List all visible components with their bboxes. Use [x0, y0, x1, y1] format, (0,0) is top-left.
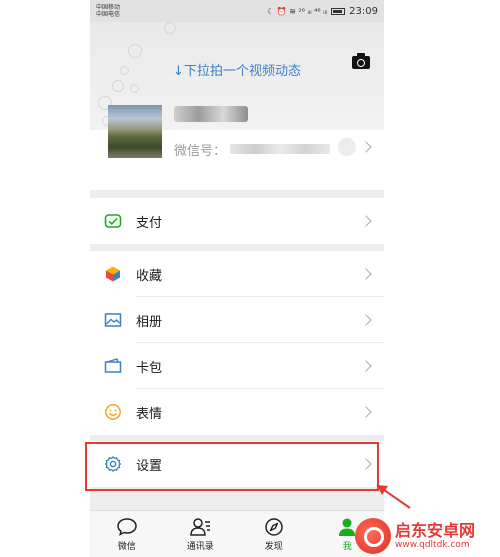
tab-contacts[interactable]: 通讯录: [164, 511, 238, 557]
settings-group: 设置: [90, 441, 384, 487]
menu-item-favorites[interactable]: 收藏: [90, 251, 384, 297]
menu-item-label: 表情: [136, 407, 163, 422]
nickname-blurred: [174, 106, 248, 122]
menu-item-pay[interactable]: 支付: [90, 198, 384, 244]
tab-label: 通讯录: [186, 542, 214, 552]
menu-item-label: 收藏: [136, 269, 163, 284]
chevron-right-icon: [360, 458, 372, 470]
menu-item-settings[interactable]: 设置: [90, 441, 384, 487]
menu-item-cards[interactable]: 卡包: [90, 343, 384, 389]
status-bar: 中国移动 中国电信 ☾ ⏰ ≋ ²⁶ ᵢₗₗ ⁴⁶ ᵢₗₗ 23:09: [90, 0, 384, 22]
favorites-cube-icon: [106, 266, 120, 282]
avatar[interactable]: [108, 105, 162, 158]
chat-bubble-icon: [116, 518, 137, 536]
decor-bubble: [128, 44, 142, 58]
site-watermark: 启东安卓网 www.qdltdk.com: [355, 515, 500, 557]
pay-group: 支付: [90, 198, 384, 244]
carrier-2: 中国电信: [96, 11, 121, 18]
chevron-right-icon: [360, 141, 372, 153]
menu-item-label: 支付: [136, 216, 163, 231]
status-indicators: ☾ ⏰ ≋ ²⁶ ᵢₗₗ ⁴⁶ ᵢₗₗ 23:09: [267, 6, 378, 17]
tab-label: 我: [342, 542, 352, 552]
battery-icon: [331, 7, 346, 15]
phone-screen: 中国移动 中国电信 ☾ ⏰ ≋ ²⁶ ᵢₗₗ ⁴⁶ ᵢₗₗ 23:09 ↓下拉拍…: [90, 0, 384, 557]
menu-item-stickers[interactable]: 表情: [90, 389, 384, 435]
bottom-tab-bar: 微信 通讯录 发现 我: [90, 510, 384, 557]
camera-icon[interactable]: [352, 53, 370, 69]
watermark-logo: [355, 518, 391, 554]
tab-label: 微信: [117, 542, 136, 552]
decor-bubble: [112, 80, 124, 92]
decor-bubble: [130, 84, 139, 93]
chevron-right-icon: [360, 268, 372, 280]
decor-bubble: [164, 22, 176, 34]
features-group: 收藏 相册 卡包 表情: [90, 251, 384, 435]
watermark-text: 启东安卓网 www.qdltdk.com: [395, 521, 476, 551]
pay-icon: [104, 214, 122, 228]
wechat-id-blurred: [230, 144, 330, 154]
watermark-url: www.qdltdk.com: [395, 540, 470, 550]
watermark-title: 启东安卓网: [395, 521, 476, 540]
tab-discover[interactable]: 发现: [237, 511, 311, 557]
menu-item-label: 相册: [136, 315, 163, 330]
menu-item-label: 设置: [136, 459, 163, 474]
pull-to-record-hint: ↓下拉拍一个视频动态: [173, 64, 301, 79]
chevron-right-icon: [360, 215, 372, 227]
menu-item-label: 卡包: [136, 361, 163, 376]
smiley-icon: [105, 404, 121, 420]
carrier-1: 中国移动: [96, 4, 121, 11]
chevron-right-icon: [360, 406, 372, 418]
chevron-right-icon: [360, 360, 372, 372]
tab-chats[interactable]: 微信: [90, 511, 164, 557]
compass-icon: [265, 518, 283, 536]
tab-label: 发现: [264, 542, 283, 552]
wechat-id-label: 微信号：: [174, 144, 227, 159]
status-time: 23:09: [349, 5, 378, 17]
album-icon: [104, 313, 122, 327]
contacts-icon: [190, 518, 211, 536]
status-icons: ☾ ⏰ ≋ ²⁶ ᵢₗₗ ⁴⁶ ᵢₗₗ: [267, 6, 328, 16]
gear-icon: [104, 456, 122, 472]
profile-card[interactable]: 微信号：: [90, 105, 384, 190]
carrier-names: 中国移动 中国电信: [96, 4, 120, 18]
chevron-right-icon: [360, 314, 372, 326]
menu-item-album[interactable]: 相册: [90, 297, 384, 343]
qr-code-icon[interactable]: [338, 138, 356, 156]
card-wallet-icon: [104, 358, 122, 373]
